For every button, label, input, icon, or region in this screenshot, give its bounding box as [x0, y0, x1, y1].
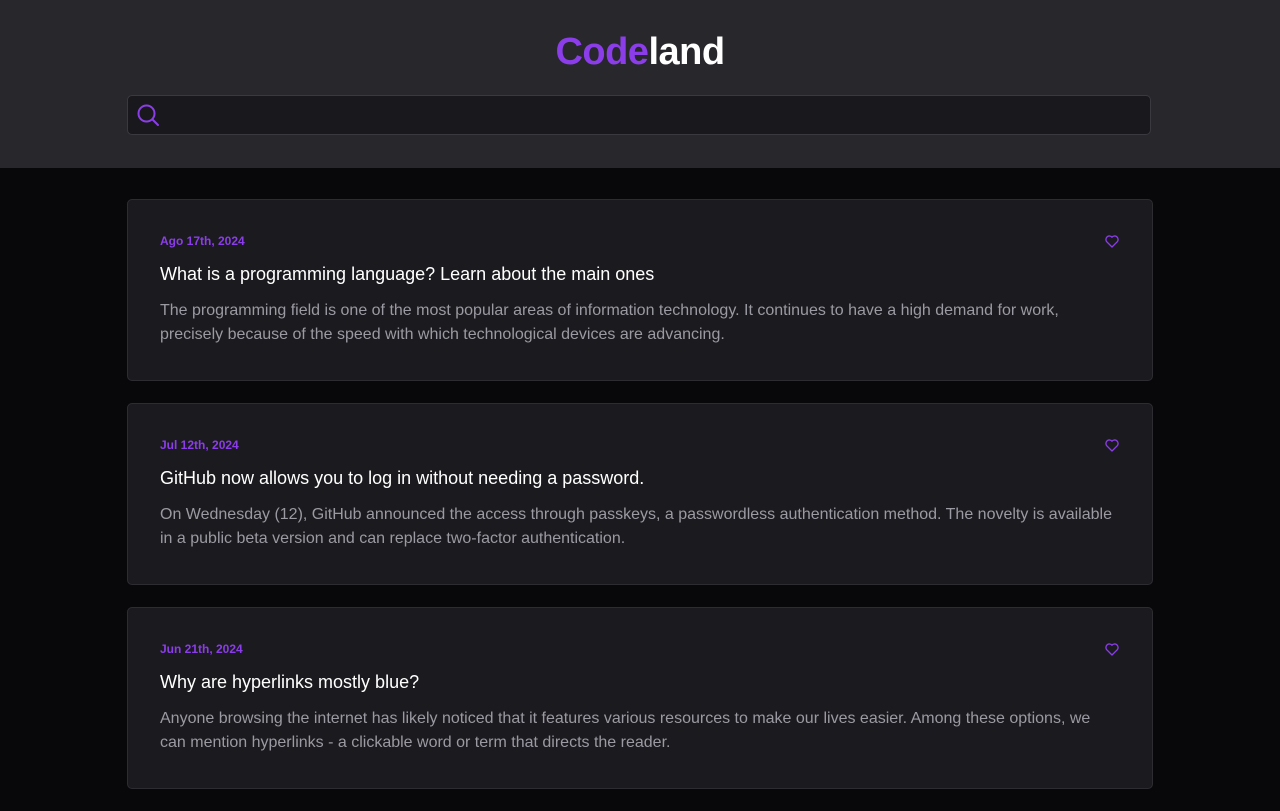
post-date: Ago 17th, 2024	[160, 234, 245, 248]
post-title[interactable]: What is a programming language? Learn ab…	[160, 263, 654, 285]
post-title[interactable]: Why are hyperlinks mostly blue?	[160, 671, 419, 693]
post-title[interactable]: GitHub now allows you to log in without …	[160, 467, 644, 489]
search-bar[interactable]	[127, 95, 1151, 135]
post-excerpt: The programming field is one of the most…	[160, 302, 1059, 343]
post-card[interactable]: Jun 21th, 2024 Why are hyperlinks mostly…	[127, 607, 1153, 789]
search-icon[interactable]	[128, 95, 168, 135]
post-card[interactable]: Jul 12th, 2024 GitHub now allows you to …	[127, 403, 1153, 585]
logo-land-text: land	[648, 31, 725, 73]
logo[interactable]: Codeland	[0, 30, 1280, 74]
post-date: Jun 21th, 2024	[160, 642, 243, 656]
heart-icon[interactable]	[1104, 233, 1120, 249]
logo-code-text: Code	[555, 31, 649, 73]
header: Codeland	[0, 0, 1280, 168]
heart-icon[interactable]	[1104, 437, 1120, 453]
post-excerpt: On Wednesday (12), GitHub announced the …	[160, 506, 1112, 547]
post-card[interactable]: Ago 17th, 2024 What is a programming lan…	[127, 199, 1153, 381]
post-date: Jul 12th, 2024	[160, 438, 239, 452]
post-excerpt: Anyone browsing the internet has likely …	[160, 710, 1091, 751]
heart-icon[interactable]	[1104, 641, 1120, 657]
post-list: Ago 17th, 2024 What is a programming lan…	[127, 199, 1153, 811]
search-input[interactable]	[168, 97, 1150, 133]
